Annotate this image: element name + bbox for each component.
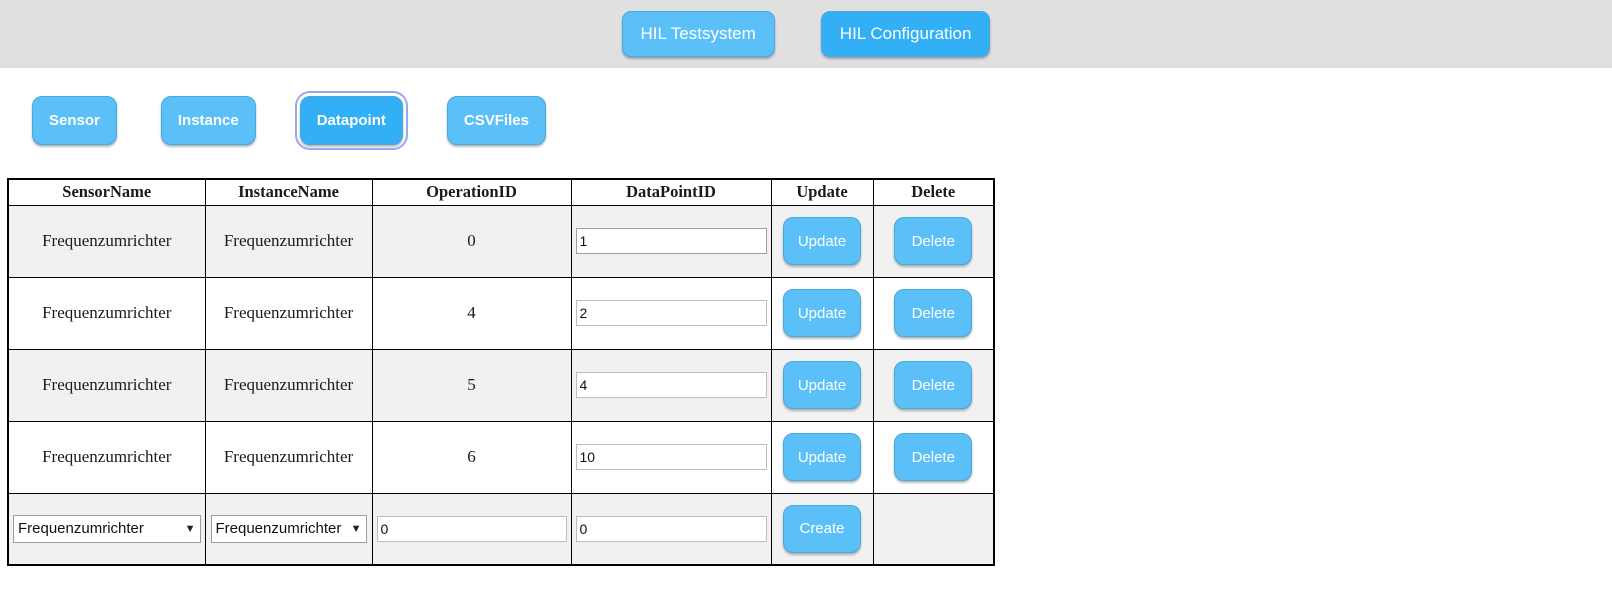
column-header-operationid: OperationID xyxy=(371,178,572,206)
cell-datapointid xyxy=(570,276,772,350)
column-header-update: Update xyxy=(770,178,874,206)
cell-sensorname-select: Frequenzumrichter ▼ xyxy=(7,492,206,566)
update-button[interactable]: Update xyxy=(782,361,862,409)
datapointid-input[interactable] xyxy=(575,515,767,542)
nav-tab-row: Sensor Instance Datapoint CSVFiles xyxy=(32,91,546,150)
cell-empty xyxy=(872,492,995,566)
chevron-down-icon: ▼ xyxy=(350,522,362,535)
delete-button[interactable]: Delete xyxy=(894,361,973,409)
cell-delete: Delete xyxy=(872,276,995,350)
cell-update: Update xyxy=(770,348,874,422)
app-bar: HIL Testsystem HIL Configuration xyxy=(0,0,1612,68)
table-row: Frequenzumrichter Frequenzumrichter 4 Up… xyxy=(7,276,995,350)
cell-instancename: Frequenzumrichter xyxy=(204,348,373,422)
update-button[interactable]: Update xyxy=(782,433,862,481)
datapointid-input[interactable] xyxy=(575,228,767,254)
table-create-row: Frequenzumrichter ▼ Frequenzumrichter ▼ … xyxy=(7,492,995,566)
cell-delete: Delete xyxy=(872,348,995,422)
update-button[interactable]: Update xyxy=(782,289,862,337)
cell-operationid: 4 xyxy=(371,276,572,350)
update-button[interactable]: Update xyxy=(782,217,862,265)
column-header-instancename: InstanceName xyxy=(204,178,373,206)
cell-delete: Delete xyxy=(872,420,995,494)
cell-datapointid xyxy=(570,420,772,494)
datapointid-input[interactable] xyxy=(575,300,767,326)
cell-instancename-select: Frequenzumrichter ▼ xyxy=(204,492,373,566)
tab-instance[interactable]: Instance xyxy=(160,96,256,145)
cell-operationid: 0 xyxy=(371,204,572,278)
table-row: Frequenzumrichter Frequenzumrichter 0 Up… xyxy=(7,204,995,278)
instancename-select[interactable]: Frequenzumrichter ▼ xyxy=(210,514,367,543)
tab-sensor[interactable]: Sensor xyxy=(32,96,117,145)
cell-update: Update xyxy=(770,420,874,494)
app-bar-buttons: HIL Testsystem HIL Configuration xyxy=(0,0,1612,68)
cell-datapointid xyxy=(570,204,772,278)
cell-operationid: 6 xyxy=(371,420,572,494)
table-row: Frequenzumrichter Frequenzumrichter 5 Up… xyxy=(7,348,995,422)
column-header-sensorname: SensorName xyxy=(7,178,206,206)
table-row: Frequenzumrichter Frequenzumrichter 6 Up… xyxy=(7,420,995,494)
datapointid-input[interactable] xyxy=(575,372,767,398)
cell-instancename: Frequenzumrichter xyxy=(204,276,373,350)
chevron-down-icon: ▼ xyxy=(184,522,196,535)
cell-datapointid xyxy=(570,348,772,422)
cell-sensorname: Frequenzumrichter xyxy=(7,204,206,278)
cell-instancename: Frequenzumrichter xyxy=(204,420,373,494)
sensorname-select[interactable]: Frequenzumrichter ▼ xyxy=(13,514,201,543)
cell-datapointid-input xyxy=(570,492,772,566)
operationid-input[interactable] xyxy=(376,515,567,542)
app-button-hil-configuration[interactable]: HIL Configuration xyxy=(820,11,991,57)
sensorname-select-value: Frequenzumrichter xyxy=(18,520,144,538)
table-body: Frequenzumrichter Frequenzumrichter 0 Up… xyxy=(7,204,995,566)
cell-operationid-input xyxy=(371,492,572,566)
datapoint-table: SensorName InstanceName OperationID Data… xyxy=(7,178,995,566)
cell-create: Create xyxy=(770,492,874,566)
instancename-select-value: Frequenzumrichter xyxy=(215,520,342,538)
cell-sensorname: Frequenzumrichter xyxy=(7,420,206,494)
cell-operationid: 5 xyxy=(371,348,572,422)
cell-delete: Delete xyxy=(872,204,995,278)
cell-instancename: Frequenzumrichter xyxy=(204,204,373,278)
table-header-row: SensorName InstanceName OperationID Data… xyxy=(7,178,995,206)
tab-csvfiles[interactable]: CSVFiles xyxy=(446,96,546,145)
datapointid-input[interactable] xyxy=(575,444,767,470)
table-header: SensorName InstanceName OperationID Data… xyxy=(7,178,995,206)
cell-update: Update xyxy=(770,204,874,278)
app-button-hil-testsystem[interactable]: HIL Testsystem xyxy=(621,11,775,57)
column-header-datapointid: DataPointID xyxy=(570,178,772,206)
column-header-delete: Delete xyxy=(872,178,995,206)
delete-button[interactable]: Delete xyxy=(894,217,973,265)
create-button[interactable]: Create xyxy=(783,504,861,553)
cell-update: Update xyxy=(770,276,874,350)
delete-button[interactable]: Delete xyxy=(894,289,973,337)
tab-datapoint[interactable]: Datapoint xyxy=(294,91,408,150)
cell-sensorname: Frequenzumrichter xyxy=(7,276,206,350)
delete-button[interactable]: Delete xyxy=(894,433,973,481)
cell-sensorname: Frequenzumrichter xyxy=(7,348,206,422)
